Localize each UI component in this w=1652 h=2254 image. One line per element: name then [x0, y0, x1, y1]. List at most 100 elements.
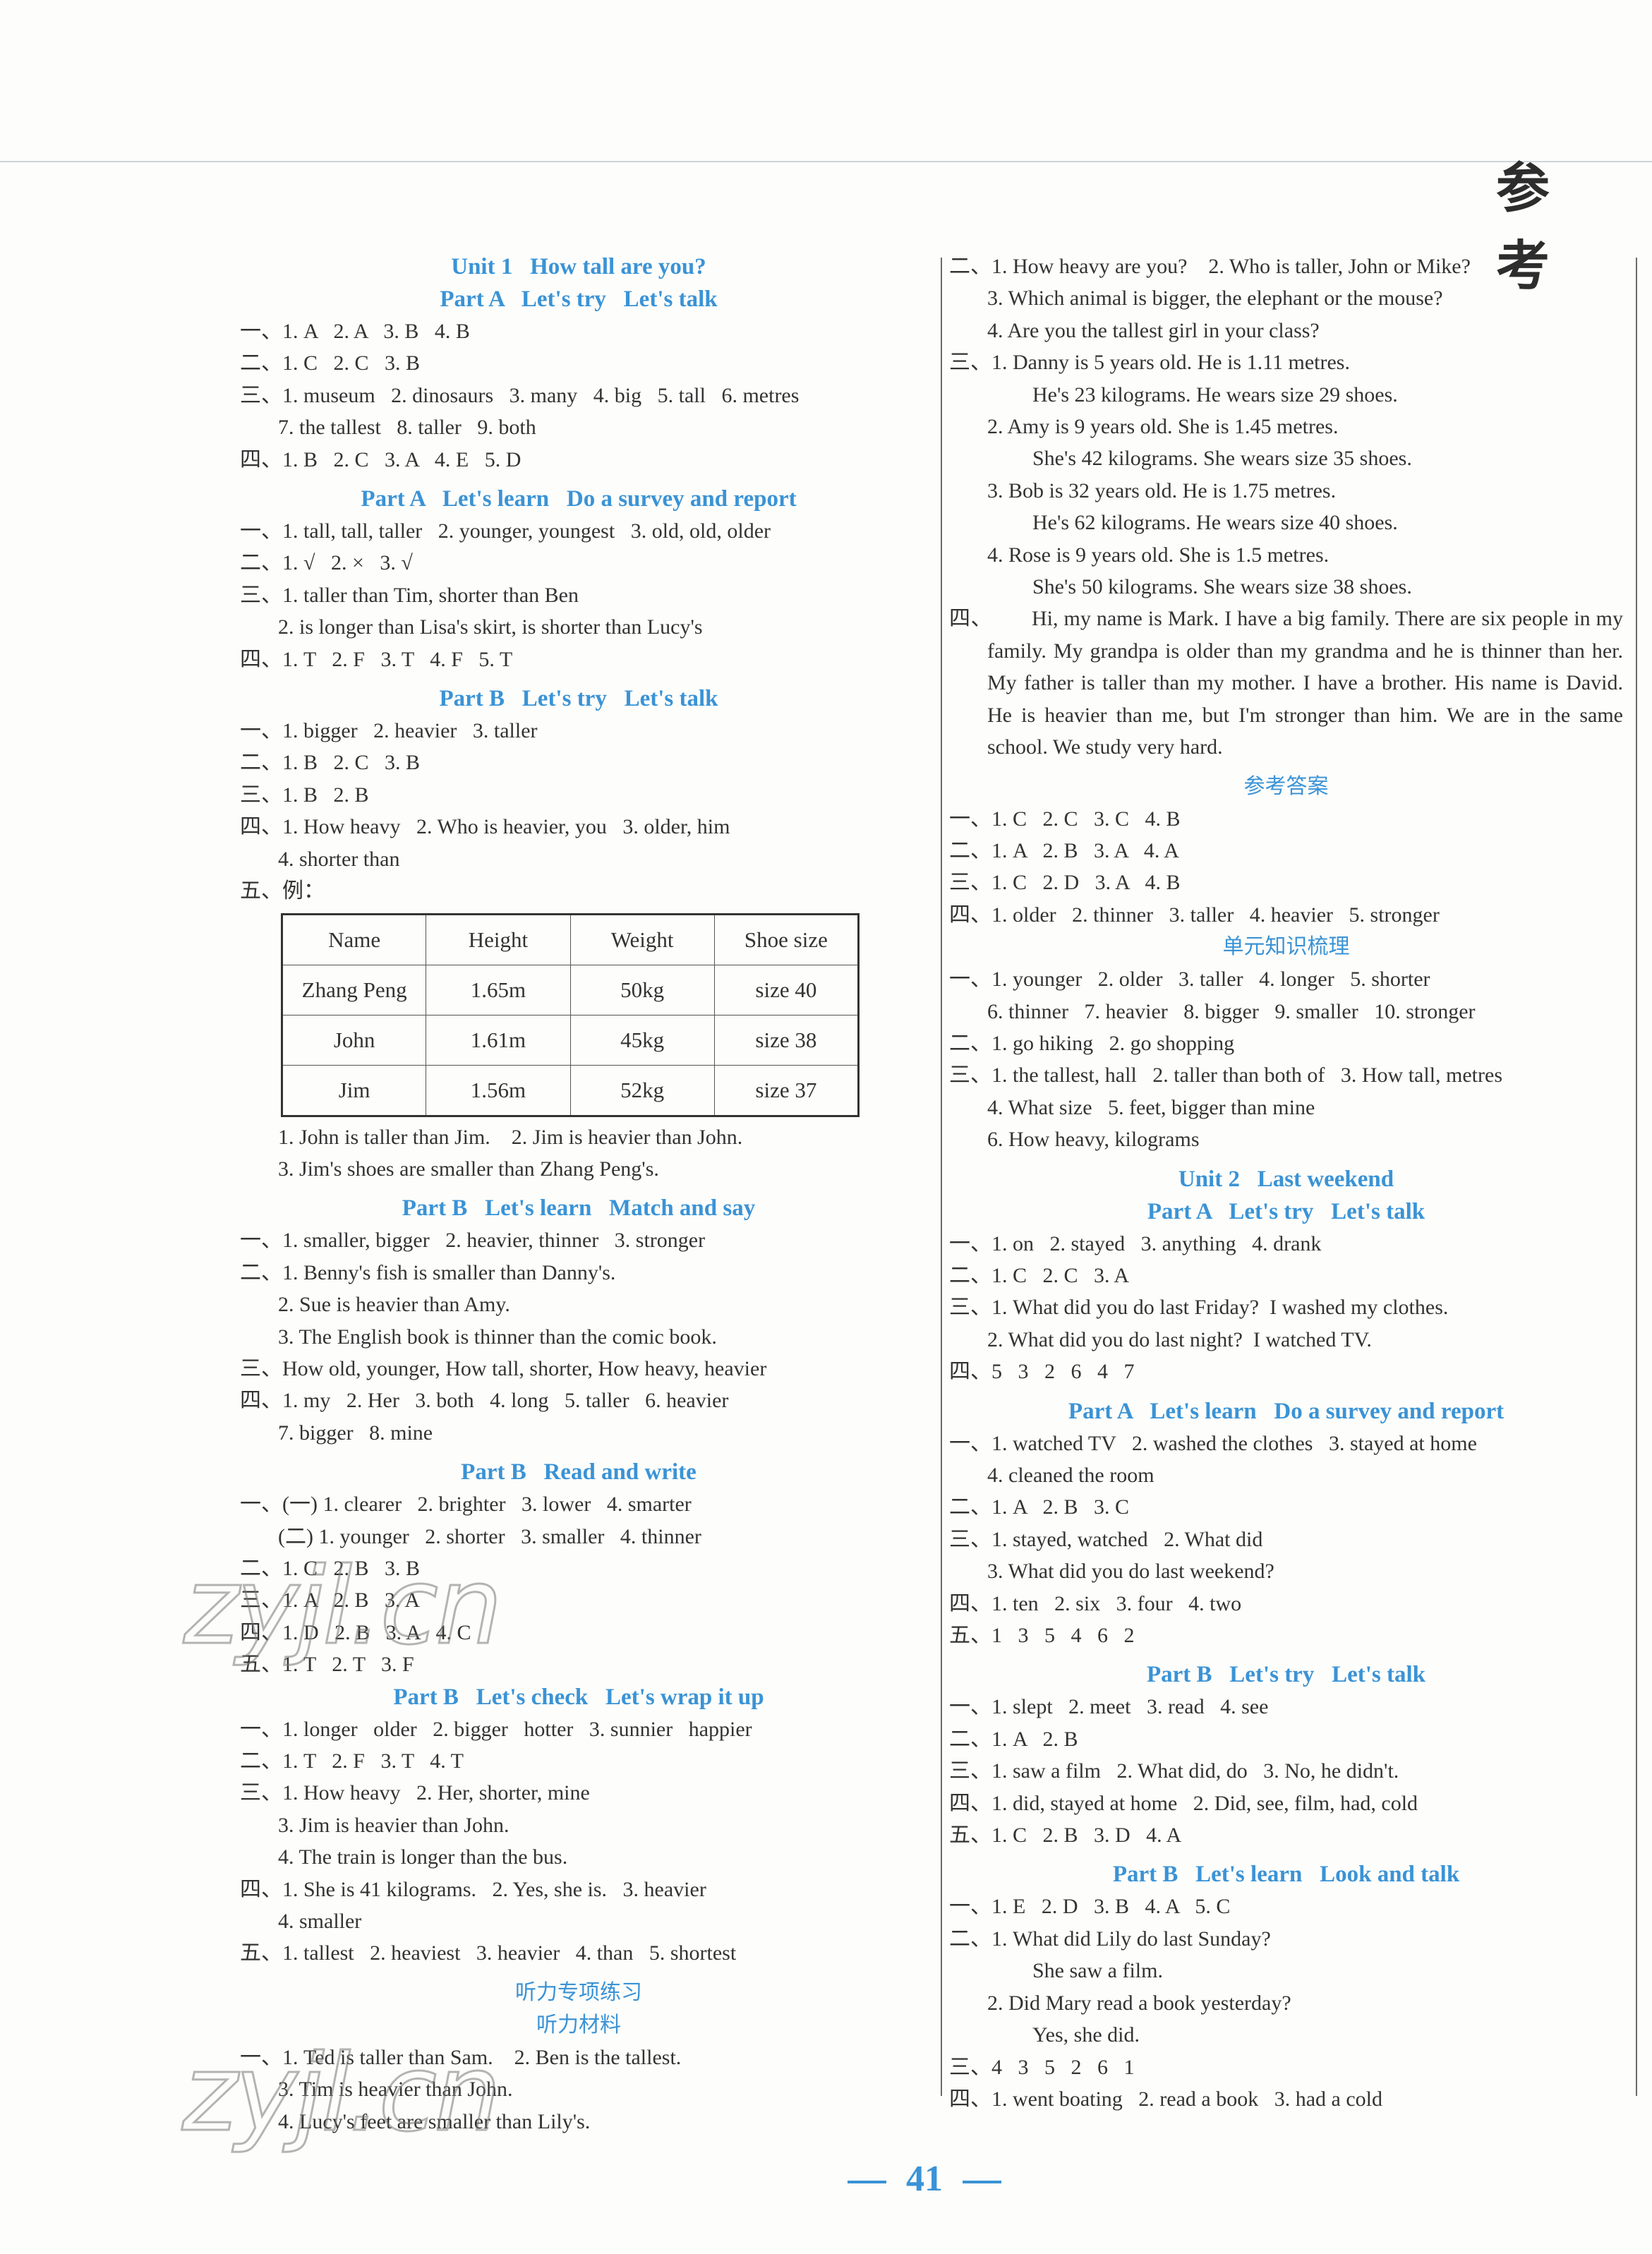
- answer-line: 一、(一) 1. clearer 2. brighter 3. lower 4.…: [240, 1493, 692, 1517]
- section-heading: Part B Read and write: [461, 1459, 697, 1485]
- column-divider: [941, 258, 942, 2096]
- unit1-title: Unit 1 How tall are you?: [451, 254, 706, 279]
- section-reference-answers: 参考答案 一、1. C 2. C 3. C 4. B 二、1. A 2. B 3…: [949, 771, 1623, 932]
- answer-line: 1. John is taller than Jim. 2. Jim is he…: [278, 1125, 743, 1149]
- answer-line: 一、1. smaller, bigger 2. heavier, thinner…: [240, 1229, 706, 1253]
- table-header-cell: Height: [426, 913, 571, 965]
- answer-line: 二、1. B 2. C 3. B: [240, 751, 421, 775]
- answer-line: 二、1. A 2. B: [949, 1727, 1078, 1751]
- answer-line: 四、1. did, stayed at home 2. Did, see, fi…: [949, 1791, 1418, 1815]
- table-cell: size 40: [713, 964, 860, 1015]
- table-cell: 1.65m: [426, 964, 571, 1015]
- table-cell: size 38: [713, 1014, 860, 1066]
- answer-line: 二、1. A 2. B 3. C: [949, 1495, 1130, 1519]
- watermark: zyjl.cn: [181, 2032, 502, 2157]
- answer-line: 一、1. watched TV 2. washed the clothes 3.…: [949, 1431, 1477, 1455]
- section-heading: Part A Let's learn Do a survey and repor…: [361, 486, 797, 512]
- answer-line: She's 42 kilograms. She wears size 35 sh…: [1032, 447, 1412, 471]
- table-header-cell: Shoe size: [713, 913, 860, 965]
- answer-line: 四、5 3 2 6 4 7: [949, 1360, 1135, 1384]
- answer-line: 二、1. C 2. C 3. A: [949, 1263, 1130, 1287]
- table-row: Jim 1.56m 52kg size 37: [281, 1064, 860, 1116]
- answer-line: 三、1. B 2. B: [240, 783, 369, 807]
- table-row: John 1.61m 45kg size 38: [281, 1014, 860, 1066]
- answer-line: 三、1. the tallest, hall 2. taller than bo…: [949, 1063, 1502, 1087]
- answer-line: He's 23 kilograms. He wears size 29 shoe…: [1032, 382, 1398, 406]
- answer-line: 一、1. bigger 2. heavier 3. taller: [240, 719, 538, 743]
- answer-line: 3. Jim's shoes are smaller than Zhang Pe…: [278, 1157, 659, 1181]
- section-heading: 单元知识梳理: [1222, 934, 1350, 960]
- answer-line: 2. is longer than Lisa's skirt, is short…: [278, 615, 703, 639]
- page-number-dash-right: [963, 2181, 1001, 2184]
- section-u2-a-learn-survey: Part A Let's learn Do a survey and repor…: [949, 1395, 1623, 1652]
- answer-line: 四、1. How heavy 2. Who is heavier, you 3.…: [240, 815, 730, 839]
- section-heading: Part A Let's try Let's talk: [440, 287, 718, 312]
- section-u2-b-learn-look: Part B Let's learn Look and talk 一、1. E …: [949, 1858, 1623, 2115]
- answer-line: 一、1. younger 2. older 3. taller 4. longe…: [949, 968, 1430, 992]
- unit2-title: Unit 2 Last weekend: [1178, 1166, 1394, 1192]
- answer-line: 三、1. stayed, watched 2. What did: [949, 1527, 1263, 1551]
- answer-line: 四、1. older 2. thinner 3. taller 4. heavi…: [949, 903, 1440, 927]
- answer-line: 一、1. on 2. stayed 3. anything 4. drank: [949, 1231, 1322, 1255]
- right-margin-rule: [1636, 258, 1637, 2096]
- page-number: 41: [819, 2158, 1030, 2200]
- answer-line: 4. Rose is 9 years old. She is 1.5 metre…: [987, 543, 1330, 567]
- table-cell: 52kg: [569, 1064, 715, 1116]
- answer-line: 7. the tallest 8. taller 9. both: [278, 416, 536, 440]
- answer-line: 4. cleaned the room: [987, 1464, 1154, 1487]
- passage-paragraph: 四、 Hi, my name is Mark. I have a big fami…: [949, 603, 1623, 763]
- answer-line: 五、例：: [240, 879, 325, 903]
- section-heading: Part A Let's try Let's talk: [1147, 1198, 1425, 1224]
- table-cell: John: [281, 1014, 427, 1066]
- section-heading: Part B Let's learn Match and say: [402, 1195, 756, 1222]
- table-cell: Jim: [281, 1064, 427, 1116]
- answer-line: 3. Bob is 32 years old. He is 1.75 metre…: [987, 478, 1337, 502]
- answer-line: 一、1. tall, tall, taller 2. younger, youn…: [240, 519, 771, 543]
- section-unit-review: 单元知识梳理 一、1. younger 2. older 3. taller 4…: [949, 931, 1623, 1155]
- passage-text: Hi, my name is Mark. I have a big family…: [987, 607, 1623, 759]
- answer-line: 二、1. What did Lily do last Sunday?: [949, 1927, 1271, 1951]
- answer-line: 三、1. saw a film 2. What did, do 3. No, h…: [949, 1759, 1399, 1783]
- answer-line: 三、1. What did you do last Friday? I wash…: [949, 1296, 1449, 1320]
- table-row: Zhang Peng 1.65m 50kg size 40: [281, 964, 860, 1015]
- answer-line: 4. The train is longer than the bus.: [278, 1845, 568, 1869]
- page-number-value: 41: [906, 2159, 943, 2199]
- watermark: zyjl.cn: [182, 1545, 503, 1670]
- answer-line: 3. The English book is thinner than the …: [278, 1325, 717, 1349]
- table-cell: 50kg: [569, 964, 715, 1015]
- section-u1-b-learn-match: Part B Let's learn Match and say 一、1. sm…: [240, 1192, 917, 1449]
- answer-line: 四、1. B 2. C 3. A 4. E 5. D: [240, 447, 521, 471]
- answer-line: 2. What did you do last night? I watched…: [987, 1327, 1372, 1351]
- answer-line: 4. smaller: [278, 1910, 362, 1934]
- answer-line: 4. shorter than: [278, 847, 400, 871]
- header-rule: [0, 161, 1652, 162]
- answer-line: 2. Did Mary read a book yesterday?: [987, 1991, 1291, 2015]
- page-number-dash-left: [848, 2181, 886, 2184]
- answer-line: She saw a film.: [1032, 1959, 1163, 1983]
- section-heading: Part B Let's try Let's talk: [439, 686, 718, 712]
- answer-line: 4. What size 5. feet, bigger than mine: [987, 1095, 1315, 1119]
- answer-line: 二、1. How heavy are you? 2. Who is taller…: [949, 255, 1471, 278]
- section-u2-a-try-talk: Part A Let's try Let's talk 一、1. on 2. s…: [949, 1195, 1623, 1388]
- table-cell: size 37: [713, 1064, 860, 1116]
- answer-line: 2. Amy is 9 years old. She is 1.45 metre…: [987, 415, 1339, 439]
- section-u1-a-learn-survey: Part A Let's learn Do a survey and repor…: [240, 483, 917, 675]
- section-u1-b-check-wrap: Part B Let's check Let's wrap it up 一、1.…: [240, 1681, 917, 1970]
- right-column: 二、1. How heavy are you? 2. Who is taller…: [949, 251, 1623, 2115]
- answer-line: 三、4 3 5 2 6 1: [949, 2055, 1135, 2079]
- survey-table: Name Height Weight Shoe size Zhang Peng …: [281, 912, 860, 1117]
- answer-line: 二、1. T 2. F 3. T 4. T: [240, 1749, 464, 1773]
- answer-line: 三、How old, younger, How tall, shorter, H…: [240, 1356, 767, 1380]
- answer-line: 四、1. T 2. F 3. T 4. F 5. T: [240, 647, 513, 671]
- answer-line: 三、1. Danny is 5 years old. He is 1.11 me…: [949, 351, 1350, 375]
- answer-line: Yes, she did.: [1032, 2023, 1140, 2047]
- answer-line: He's 62 kilograms. He wears size 40 shoe…: [1032, 511, 1398, 535]
- section-u1-a-try-talk: Part A Let's try Let's talk 一、1. A 2. A …: [240, 283, 917, 476]
- answer-line: 7. bigger 8. mine: [278, 1421, 433, 1445]
- answer-line: 三、1. taller than Tim, shorter than Ben: [240, 583, 579, 607]
- answer-line: 五、1. C 2. B 3. D 4. A: [949, 1824, 1182, 1848]
- section-heading: Part A Let's learn Do a survey and repor…: [1068, 1398, 1505, 1424]
- answer-line: 一、1. slept 2. meet 3. read 4. see: [949, 1695, 1269, 1719]
- answer-line: 二、1. go hiking 2. go shopping: [949, 1031, 1235, 1055]
- table-header-row: Name Height Weight Shoe size: [281, 913, 860, 965]
